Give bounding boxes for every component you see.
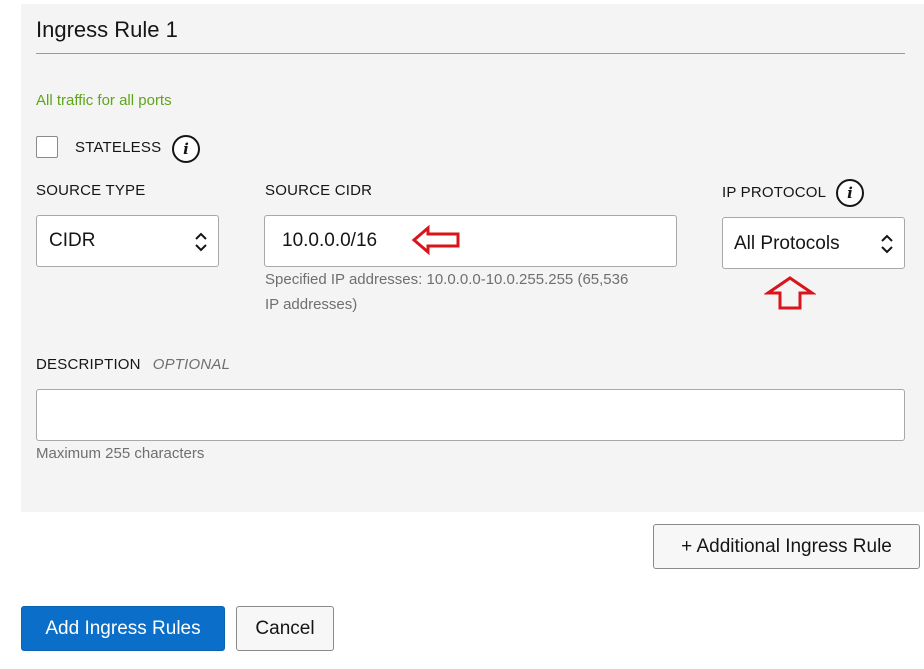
stateless-label: STATELESS [75, 139, 162, 156]
source-cidr-help-line1: Specified IP addresses: 10.0.0.0-10.0.25… [265, 271, 629, 288]
description-input[interactable] [36, 389, 905, 441]
description-optional-tag: OPTIONAL [152, 356, 231, 373]
ip-protocol-select[interactable]: All Protocols [722, 217, 905, 269]
ip-protocol-info-icon[interactable]: i [836, 179, 864, 207]
source-type-value: CIDR [49, 230, 96, 251]
description-label: DESCRIPTION [36, 356, 141, 373]
ip-protocol-label: IP PROTOCOL [722, 184, 827, 201]
source-type-select[interactable]: CIDR [36, 215, 219, 267]
source-cidr-help: Specified IP addresses: 10.0.0.0-10.0.25… [265, 267, 628, 317]
source-cidr-help-line2: IP addresses) [265, 296, 358, 313]
description-label-row: DESCRIPTION OPTIONAL [36, 356, 230, 373]
rule-title: Ingress Rule 1 [36, 17, 178, 42]
source-cidr-input[interactable]: 10.0.0.0/16 [264, 215, 677, 267]
add-ingress-rules-button[interactable]: Add Ingress Rules [21, 606, 225, 651]
annotation-arrow-left-icon [412, 225, 460, 255]
source-cidr-label: SOURCE CIDR [265, 182, 373, 199]
rule-note: All traffic for all ports [36, 92, 172, 109]
stateless-checkbox[interactable] [36, 136, 58, 158]
stateless-info-icon[interactable]: i [172, 135, 200, 163]
annotation-arrow-up-icon [764, 276, 816, 310]
source-cidr-value: 10.0.0.0/16 [282, 230, 378, 251]
chevron-up-down-icon [881, 234, 893, 254]
chevron-up-down-icon [195, 232, 207, 252]
title-divider [36, 53, 905, 54]
additional-ingress-rule-button[interactable]: + Additional Ingress Rule [653, 524, 920, 569]
cancel-button[interactable]: Cancel [236, 606, 334, 651]
source-type-label: SOURCE TYPE [36, 182, 146, 199]
ip-protocol-value: All Protocols [734, 233, 840, 254]
description-help: Maximum 255 characters [36, 445, 205, 462]
